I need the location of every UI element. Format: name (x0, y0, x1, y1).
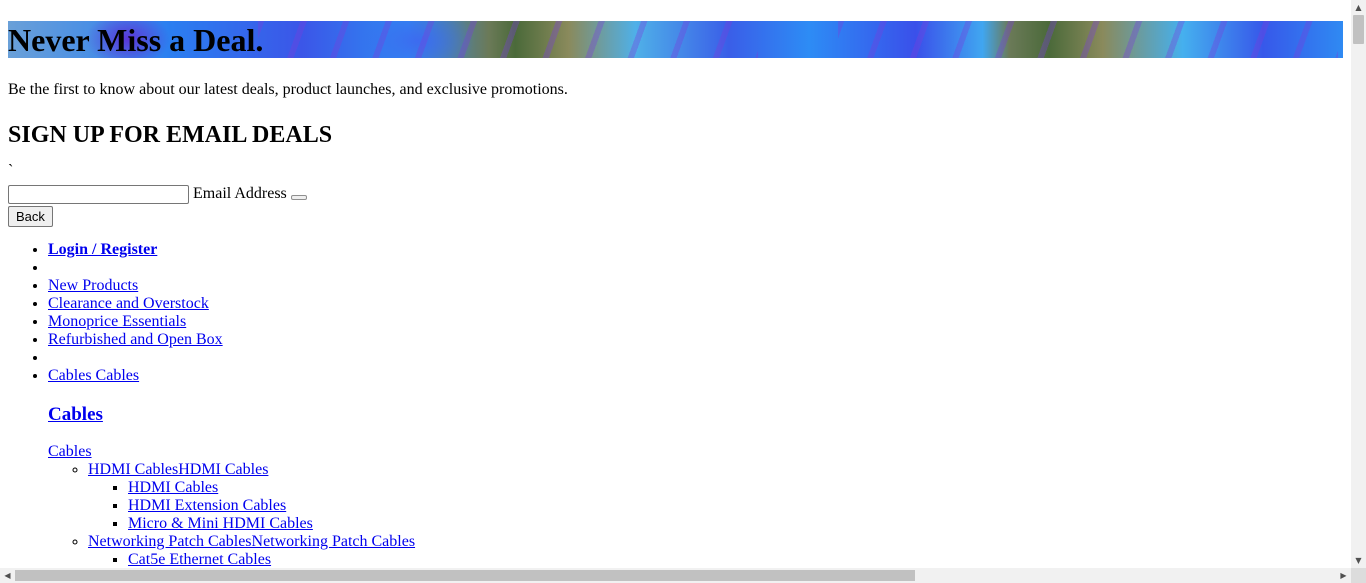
submenu-item: Micro & Mini HDMI Cables (128, 515, 1343, 533)
nav-item: Clearance and Overstock (48, 295, 1343, 313)
email-label: Email Address (193, 185, 287, 202)
nav-item: New Products (48, 277, 1343, 295)
vertical-scroll-thumb[interactable] (1353, 15, 1364, 44)
signup-heading: SIGN UP FOR EMAIL DEALS (8, 122, 333, 148)
email-input[interactable] (8, 184, 189, 204)
email-signup-form: Email Address (8, 183, 1343, 205)
cables-heading: Cables (48, 404, 1343, 426)
nav-item-empty (48, 259, 1343, 277)
cables-heading-link[interactable]: Cables (48, 404, 103, 425)
nav-item: Refurbished and Open Box (48, 331, 1343, 349)
page-content: Never Miss a Deal. Be the first to know … (0, 21, 1351, 568)
hdmi-submenu: HDMI Cables HDMI Extension Cables Micro … (88, 479, 1343, 533)
login-register-link[interactable]: Login / Register (48, 241, 157, 258)
stray-character: ` (8, 162, 14, 179)
scroll-down-icon[interactable]: ▼ (1351, 553, 1366, 568)
nav-item: Login / Register (48, 241, 1343, 259)
networking-submenu: Cat5e Ethernet Cables (88, 551, 1343, 568)
cables-sublink[interactable]: Cables (48, 443, 92, 460)
nav-item: Monoprice Essentials (48, 313, 1343, 331)
hdmi-extension-link[interactable]: HDMI Extension Cables (128, 497, 286, 514)
submenu-item: HDMI Extension Cables (128, 497, 1343, 515)
intro-text: Be the first to know about our latest de… (8, 81, 568, 98)
hdmi-cables-group-link[interactable]: HDMI CablesHDMI Cables (88, 461, 268, 478)
new-products-link[interactable]: New Products (48, 277, 138, 294)
submit-button[interactable] (290, 195, 307, 200)
hdmi-cables-link[interactable]: HDMI Cables (128, 479, 218, 496)
scroll-up-icon[interactable]: ▲ (1351, 0, 1366, 15)
submenu-item: HDMI CablesHDMI Cables HDMI Cables HDMI … (88, 461, 1343, 533)
vertical-scrollbar[interactable]: ▲ ▼ (1351, 0, 1366, 568)
essentials-link[interactable]: Monoprice Essentials (48, 313, 186, 330)
horizontal-scrollbar[interactable]: ◀ ▶ (0, 568, 1351, 583)
cables-sublink-wrap: Cables (48, 443, 1343, 461)
cables-submenu: HDMI CablesHDMI Cables HDMI Cables HDMI … (48, 461, 1343, 568)
cat5e-link[interactable]: Cat5e Ethernet Cables (128, 551, 271, 568)
back-button[interactable]: Back (8, 206, 53, 227)
clearance-link[interactable]: Clearance and Overstock (48, 295, 209, 312)
nav-item-empty (48, 349, 1343, 367)
banner-graphic (258, 21, 758, 58)
micro-mini-hdmi-link[interactable]: Micro & Mini HDMI Cables (128, 515, 313, 532)
refurbished-link[interactable]: Refurbished and Open Box (48, 331, 223, 348)
scroll-left-icon[interactable]: ◀ (0, 568, 15, 583)
cables-link[interactable]: Cables Cables (48, 367, 139, 384)
banner-graphic (838, 21, 1338, 58)
submenu-item: Cat5e Ethernet Cables (128, 551, 1343, 568)
banner-title: Never Miss a Deal. (8, 22, 264, 58)
main-nav: Login / Register New Products Clearance … (8, 241, 1343, 568)
scroll-right-icon[interactable]: ▶ (1336, 568, 1351, 583)
networking-patch-group-link[interactable]: Networking Patch CablesNetworking Patch … (88, 533, 415, 550)
nav-item-cables: Cables Cables Cables Cables HDMI CablesH… (48, 367, 1343, 568)
page-viewport: Never Miss a Deal. Be the first to know … (0, 0, 1351, 568)
submenu-item: Networking Patch CablesNetworking Patch … (88, 533, 1343, 568)
submenu-item: HDMI Cables (128, 479, 1343, 497)
deal-banner: Never Miss a Deal. (8, 21, 1343, 58)
scrollbar-corner (1351, 568, 1366, 583)
horizontal-scroll-thumb[interactable] (15, 570, 915, 581)
